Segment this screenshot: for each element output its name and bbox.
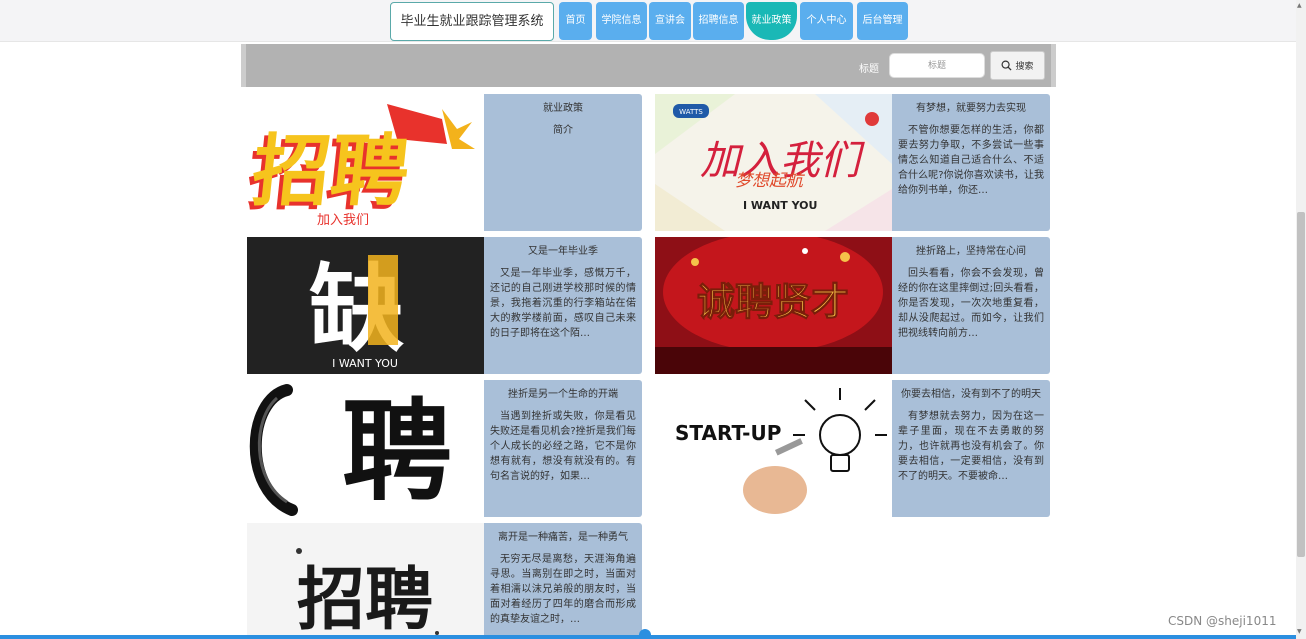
search-input[interactable] [889, 53, 985, 78]
policy-card[interactable]: 招聘 招聘 加入我们 就业政策 简介 [247, 94, 642, 231]
card-image-text: 诚聘贤才 [697, 279, 849, 324]
card-title[interactable]: 挫折路上，坚持常在心间 [898, 245, 1044, 258]
nav-employment-policy[interactable]: 就业政策 [746, 2, 797, 40]
card-image[interactable]: 诚聘贤才 [655, 237, 892, 374]
card-image[interactable]: START-UP [655, 380, 892, 517]
card-info: 有梦想，就要努力去实现 不管你想要怎样的生活，你都要去努力争取，不多尝试一些事情… [892, 94, 1050, 231]
card-image[interactable]: 招聘 [247, 523, 484, 639]
nav-personal-center[interactable]: 个人中心 [800, 2, 853, 40]
scroll-up-arrow-icon[interactable]: ▲ [1297, 2, 1302, 9]
card-image-subtext: 梦想起航 [735, 171, 806, 191]
card-title[interactable]: 挫折是另一个生命的开端 [490, 388, 636, 401]
card-image-caption: I WANT YOU [743, 199, 817, 212]
policy-card[interactable]: START-UP 你要去相信，没有到不了的明天 有梦想就去努力，因为在这一辈子里… [655, 380, 1050, 517]
card-image[interactable]: 聘 [247, 380, 484, 517]
card-title[interactable]: 离开是一种痛苦，是一种勇气 [490, 531, 636, 544]
nav-seminar[interactable]: 宣讲会 [649, 2, 691, 40]
site-brand[interactable]: 毕业生就业跟踪管理系统 [390, 2, 554, 41]
card-info: 就业政策 简介 [484, 94, 642, 231]
policy-card[interactable]: WATTS 加入我们 梦想起航 I WANT YOU 有梦想，就要努力去实现 不… [655, 94, 1050, 231]
card-image-text-shadow: 招聘 [248, 126, 414, 217]
card-description: 不管你想要怎样的生活，你都要去努力争取，不多尝试一些事情怎么知道自己适合什么、不… [898, 125, 1044, 196]
card-description: 无穷无尽是离愁，天涯海角遍寻思。当离别在即之时，当面对着相濡以沫兄弟般的朋友时，… [490, 554, 636, 625]
card-image-caption: I WANT YOU [332, 357, 398, 370]
top-nav-bar: 毕业生就业跟踪管理系统 首页 学院信息 宣讲会 招聘信息 就业政策 个人中心 后… [0, 0, 1296, 42]
search-bar: 标题 搜索 [241, 44, 1056, 87]
nav-recruitment[interactable]: 招聘信息 [693, 2, 744, 40]
card-info: 你要去相信，没有到不了的明天 有梦想就去努力，因为在这一辈子里面，现在不去勇敢的… [892, 380, 1050, 517]
card-image[interactable]: 缺 I WANT YOU [247, 237, 484, 374]
card-image-text: START-UP [675, 421, 781, 445]
card-title[interactable]: 又是一年毕业季 [490, 245, 636, 258]
vertical-scrollbar[interactable]: ▲ ▼ [1296, 0, 1306, 639]
card-info: 挫折路上，坚持常在心间 回头看看，你会不会发现，曾经的你在这里摔倒过;回头看看，… [892, 237, 1050, 374]
card-description: 当遇到挫折或失败，你是看见失败还是看见机会?挫折是我们每个人成长的必经之路，它不… [490, 411, 636, 482]
card-title[interactable]: 你要去相信，没有到不了的明天 [898, 388, 1044, 401]
scrollbar-thumb[interactable] [1297, 212, 1305, 557]
page: 毕业生就业跟踪管理系统 首页 学院信息 宣讲会 招聘信息 就业政策 个人中心 后… [0, 0, 1306, 639]
policy-card[interactable]: 聘 挫折是另一个生命的开端 当遇到挫折或失败，你是看见失败还是看见机会?挫折是我… [247, 380, 642, 517]
balloon-icon [865, 112, 879, 126]
card-image-subtext: 加入我们 [317, 213, 369, 228]
card-image[interactable]: WATTS 加入我们 梦想起航 I WANT YOU [655, 94, 892, 231]
card-description: 有梦想就去努力，因为在这一辈子里面，现在不去勇敢的努力，也许就再也没有机会了。你… [898, 411, 1044, 482]
card-info: 离开是一种痛苦，是一种勇气 无穷无尽是离愁，天涯海角遍寻思。当离别在即之时，当面… [484, 523, 642, 639]
card-info: 又是一年毕业季 又是一年毕业季，感慨万千，还记的自己刚进学校那时候的情景，我拖着… [484, 237, 642, 374]
search-button-label: 搜索 [1015, 62, 1034, 72]
watermark: CSDN @sheji1011 [1168, 614, 1277, 628]
svg-text:WATTS: WATTS [679, 108, 703, 116]
card-title[interactable]: 有梦想，就要努力去实现 [898, 102, 1044, 115]
bottom-indicator-knob[interactable] [639, 629, 651, 639]
policy-card[interactable]: 缺 I WANT YOU 又是一年毕业季 又是一年毕业季，感慨万千，还记的自己刚… [247, 237, 642, 374]
policy-card[interactable]: 招聘 离开是一种痛苦，是一种勇气 无穷无尽是离愁，天涯海角遍寻思。当离别在即之时… [247, 523, 642, 639]
card-description: 简介 [553, 125, 573, 136]
search-icon [1001, 60, 1013, 71]
policy-card[interactable]: 诚聘贤才 挫折路上，坚持常在心间 回头看看，你会不会发现，曾经的你在这里摔倒过;… [655, 237, 1050, 374]
card-image-text: 招聘 [297, 560, 433, 639]
card-info: 挫折是另一个生命的开端 当遇到挫折或失败，你是看见失败还是看见机会?挫折是我们每… [484, 380, 642, 517]
card-description: 回头看看，你会不会发现，曾经的你在这里摔倒过;回头看看，你是否发现，一次次地重复… [898, 268, 1044, 339]
card-image-text: 聘 [342, 387, 452, 516]
search-button[interactable]: 搜索 [990, 51, 1045, 80]
nav-home[interactable]: 首页 [559, 2, 592, 40]
card-description: 又是一年毕业季，感慨万千，还记的自己刚进学校那时候的情景，我拖着沉重的行李箱站在… [490, 268, 636, 339]
card-image[interactable]: 招聘 招聘 加入我们 [247, 94, 484, 231]
scroll-down-arrow-icon[interactable]: ▼ [1297, 628, 1302, 635]
nav-admin[interactable]: 后台管理 [857, 2, 908, 40]
search-label: 标题 [859, 64, 879, 75]
card-title[interactable]: 就业政策 [490, 102, 636, 115]
nav-college-info[interactable]: 学院信息 [596, 2, 647, 40]
